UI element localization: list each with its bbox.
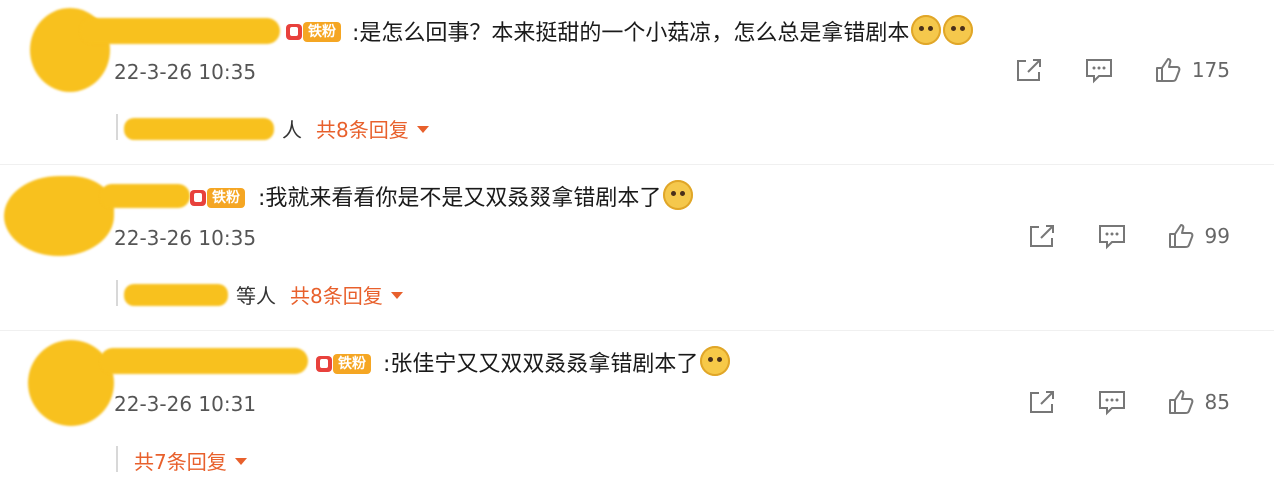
- caret-down-icon: [416, 126, 429, 133]
- caret-down-icon: [234, 458, 247, 465]
- reply-count-link[interactable]: 共7条回复: [134, 446, 247, 475]
- comment-item: 铁粉 :张佳宁又又双双叒叒拿错剧本了 22-3-26 10:31 85 共7条回…: [0, 332, 1274, 498]
- reply-preview[interactable]: 等人 共8条回复: [124, 280, 403, 309]
- comment-text: :我就来看看你是不是又双叒叕拿错剧本了: [258, 180, 694, 214]
- like-count: 99: [1204, 224, 1230, 248]
- username[interactable]: [80, 18, 280, 44]
- like-button[interactable]: 175: [1154, 56, 1230, 84]
- thumbs-up-icon: [1155, 58, 1181, 82]
- comment-text: :是怎么回事？本来挺甜的一个小菇凉，怎么总是拿错剧本: [352, 15, 974, 49]
- avatar[interactable]: [4, 176, 114, 256]
- comment-text: :张佳宁又又双双叒叒拿错剧本了: [383, 346, 731, 380]
- share-icon: [1016, 59, 1041, 81]
- share-icon: [1029, 225, 1054, 247]
- share-button[interactable]: [1014, 56, 1044, 84]
- doge-emoji-icon: [911, 15, 942, 45]
- reply-divider: [116, 280, 118, 306]
- crown-icon: [190, 190, 206, 206]
- reply-usernames: [124, 283, 228, 306]
- username[interactable]: [100, 184, 190, 208]
- doge-emoji-icon: [663, 180, 694, 210]
- comment-actions: 175: [974, 56, 1230, 84]
- divider: [0, 164, 1274, 165]
- doge-emoji-icon: [943, 15, 974, 45]
- avatar[interactable]: [28, 340, 114, 426]
- comment-item: 铁粉 :我就来看看你是不是又双叒叕拿错剧本了 22-3-26 10:35 99 …: [0, 166, 1274, 332]
- username[interactable]: [100, 348, 308, 374]
- reply-preview[interactable]: 人 共8条回复: [124, 114, 429, 143]
- share-button[interactable]: [1027, 388, 1057, 416]
- timestamp: 22-3-26 10:31: [114, 392, 257, 416]
- reply-count-link[interactable]: 共8条回复: [290, 280, 403, 309]
- comment-button[interactable]: [1097, 222, 1127, 250]
- like-button[interactable]: 99: [1167, 222, 1230, 250]
- fan-badge: 铁粉: [286, 20, 341, 44]
- comment-icon: [1098, 225, 1125, 250]
- thumbs-up-icon: [1168, 224, 1193, 248]
- waving-emoji-icon: [700, 346, 731, 376]
- share-button[interactable]: [1027, 222, 1057, 250]
- divider: [0, 330, 1274, 331]
- fan-badge: 铁粉: [316, 352, 371, 376]
- crown-icon: [316, 356, 332, 372]
- comment-icon: [1098, 391, 1125, 416]
- comment-button[interactable]: [1097, 388, 1127, 416]
- share-icon: [1029, 391, 1054, 413]
- comment-button[interactable]: [1084, 56, 1114, 84]
- fan-badge: 铁粉: [190, 186, 245, 210]
- comment-actions: 99: [987, 222, 1230, 250]
- like-button[interactable]: 85: [1167, 388, 1230, 416]
- comment-item: 铁粉 :是怎么回事？本来挺甜的一个小菇凉，怎么总是拿错剧本 22-3-26 10…: [0, 0, 1274, 166]
- caret-down-icon: [390, 292, 403, 299]
- like-count: 85: [1204, 390, 1230, 414]
- thumbs-up-icon: [1168, 390, 1193, 414]
- comment-actions: 85: [987, 388, 1230, 416]
- comment-icon: [1085, 59, 1112, 84]
- timestamp: 22-3-26 10:35: [114, 60, 257, 84]
- like-count: 175: [1191, 58, 1230, 82]
- crown-icon: [286, 24, 302, 40]
- reply-count-link[interactable]: 共8条回复: [316, 114, 429, 143]
- reply-divider: [116, 114, 118, 140]
- reply-divider: [116, 446, 118, 472]
- timestamp: 22-3-26 10:35: [114, 226, 257, 250]
- reply-preview[interactable]: 共7条回复: [134, 446, 247, 475]
- reply-usernames: [124, 117, 274, 140]
